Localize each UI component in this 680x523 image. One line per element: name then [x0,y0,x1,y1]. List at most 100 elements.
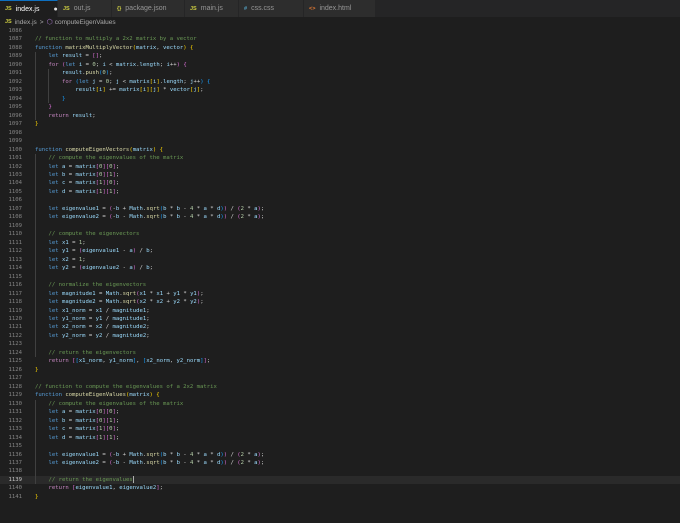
code-token: y2_norm [176,358,201,365]
breadcrumb-symbol[interactable]: computeEigenValues [55,19,116,26]
tab-label: css.css [251,5,275,12]
code-line[interactable]: 1109 [0,222,680,230]
code-token: matrix [115,61,137,68]
code-token: + [163,290,174,297]
code-line[interactable]: 1086 [0,27,680,35]
tab-index-html[interactable]: <> index.html [304,0,376,17]
code-line[interactable]: 1090 for (let i = 0; i < matrix.length; … [0,61,680,69]
code-line[interactable]: 1132 let b = matrix[0][1]; [0,417,680,425]
tab-main-js[interactable]: JS main.js [185,0,239,17]
code-line[interactable]: 1099 [0,137,680,145]
code-line[interactable]: 1118 let magnitude2 = Math.sqrt(x2 * x2 … [0,298,680,306]
code-line[interactable]: 1125 return [[x1_norm, y1_norm], [x2_nor… [0,357,680,365]
code-line[interactable]: 1138 [0,467,680,475]
code-line[interactable]: 1130 // compute the eigenvalues of the m… [0,400,680,408]
code-line[interactable]: 1092 for (let j = 0; j < matrix[i].lengt… [0,78,680,86]
file-type-icon: {} [117,5,122,12]
code-line[interactable]: 1113 let x2 = 1; [0,256,680,264]
code-token: / [102,324,113,331]
code-token: * [193,205,204,212]
code-line[interactable]: 1093 result[i] += matrix[i][j] * vector[… [0,86,680,94]
code-line[interactable]: 1119 let x1_norm = x1 / magnitude1; [0,307,680,315]
code-line[interactable]: 1115 [0,273,680,281]
code-line[interactable]: 1108 let eigenvalue2 = (-b - Math.sqrt(b… [0,213,680,221]
code-token: ; [99,53,103,60]
code-text: let c = matrix[1][0]; [35,425,119,433]
code-token: * [166,205,177,212]
code-token: ; [115,180,120,187]
code-line[interactable]: 1124 // return the eigenvectors [0,349,680,357]
code-line[interactable]: 1134 let d = matrix[1][1]; [0,434,680,442]
code-line[interactable]: 1128 // function to compute the eigenvalu… [0,383,680,391]
code-line[interactable]: 1107 let eigenvalue1 = (-b + Math.sqrt(b… [0,205,680,213]
code-line[interactable]: 1101 // compute the eigenvalues of the m… [0,154,680,162]
code-line[interactable]: 1141} [0,493,680,501]
tab-css-css[interactable]: # css.css [239,0,304,17]
code-line[interactable]: 1112 let y1 = (eigenvalue1 - a) / b; [0,247,680,255]
tab-label: out.js [73,5,91,12]
code-line[interactable]: 1140 return [eigenvalue1, eigenvalue2]; [0,484,680,492]
code-line[interactable]: 1102 let a = matrix[0][0]; [0,163,680,171]
code-line[interactable]: 1122 let y2_norm = y2 / magnitude2; [0,332,680,340]
code-line[interactable]: 1127 [0,374,680,382]
code-token: result [61,53,83,60]
code-line[interactable]: 1133 let c = matrix[1][0]; [0,425,680,433]
breadcrumb-file[interactable]: index.js [15,19,37,26]
code-line[interactable]: 1129 function computeEigenValues(matrix) … [0,391,680,399]
code-line[interactable]: 1135 [0,442,680,450]
code-token: , [156,44,164,51]
code-token: let [48,434,62,441]
line-number: 1105 [8,188,22,195]
code-line[interactable]: 1096 return result; [0,112,680,120]
code-line[interactable]: 1105 let d = matrix[1][1]; [0,188,680,196]
code-line[interactable]: 1121 let x2_norm = x2 / magnitude2; [0,323,680,331]
tab-out-js[interactable]: JS out.js [58,0,112,17]
code-line[interactable]: 1110 // compute the eigenvectors [0,230,680,238]
code-line[interactable]: 1131 let a = matrix[0][0]; [0,408,680,416]
code-line[interactable]: 1116 // normalize the eigenvectors [0,281,680,289]
code-line[interactable]: 1126} [0,366,680,374]
code-line[interactable]: 1088 function matrixMultiplyVector(matrix… [0,44,680,52]
tab-package-json[interactable]: {} package.json [112,0,185,17]
line-number: 1109 [8,222,22,229]
code-line[interactable]: 1100 function computeEigenVectors(matrix)… [0,146,680,154]
code-token: = [65,426,76,433]
code-line[interactable]: 1120 let y1_norm = y1 / magnitude1; [0,315,680,323]
line-number: 1133 [8,426,22,433]
code-line[interactable]: 1091 result.push(0); [0,69,680,77]
tab-label: main.js [200,5,223,12]
code-text: // normalize the eigenvectors [35,281,146,289]
code-line[interactable]: 1136 let eigenvalue1 = (-b + Math.sqrt(b… [0,451,680,459]
code-line[interactable]: 1111 let x1 = 1; [0,239,680,247]
code-text: let x2_norm = x2 / magnitude2; [35,323,149,331]
code-token: sqrt [146,214,160,221]
code-line[interactable]: 1137 let eigenvalue2 = (-b - Math.sqrt(b… [0,459,680,467]
tab-index-js[interactable]: JS index.js ● [0,0,58,17]
code-line[interactable]: 1095 } [0,103,680,111]
code-line[interactable]: 1104 let c = matrix[1][0]; [0,179,680,187]
code-editor[interactable]: 1086 1087 // function to multiply a 2x2 ma… [0,27,680,523]
code-line[interactable]: 1087 // function to multiply a 2x2 matrix… [0,35,680,43]
code-line[interactable]: 1106 [0,196,680,204]
code-line[interactable]: 1089 let result = []; [0,52,680,60]
code-token: - [179,459,191,466]
code-line[interactable]: 1123 [0,340,680,348]
code-line[interactable]: 1094 } [0,95,680,103]
code-line[interactable]: 1098 [0,129,680,137]
code-line[interactable]: 1139 // return the eigenvalues [0,475,680,485]
code-line[interactable]: 1097} [0,120,680,128]
line-number: 1093 [8,87,22,94]
code-line[interactable]: 1117 let magnitude1 = Math.sqrt(x1 * x1 … [0,290,680,298]
code-token: x1 [61,239,69,246]
code-line[interactable]: 1103 let b = matrix[0][1]; [0,171,680,179]
code-line[interactable]: 1114 let y2 = (eigenvalue2 - a) / b; [0,264,680,272]
